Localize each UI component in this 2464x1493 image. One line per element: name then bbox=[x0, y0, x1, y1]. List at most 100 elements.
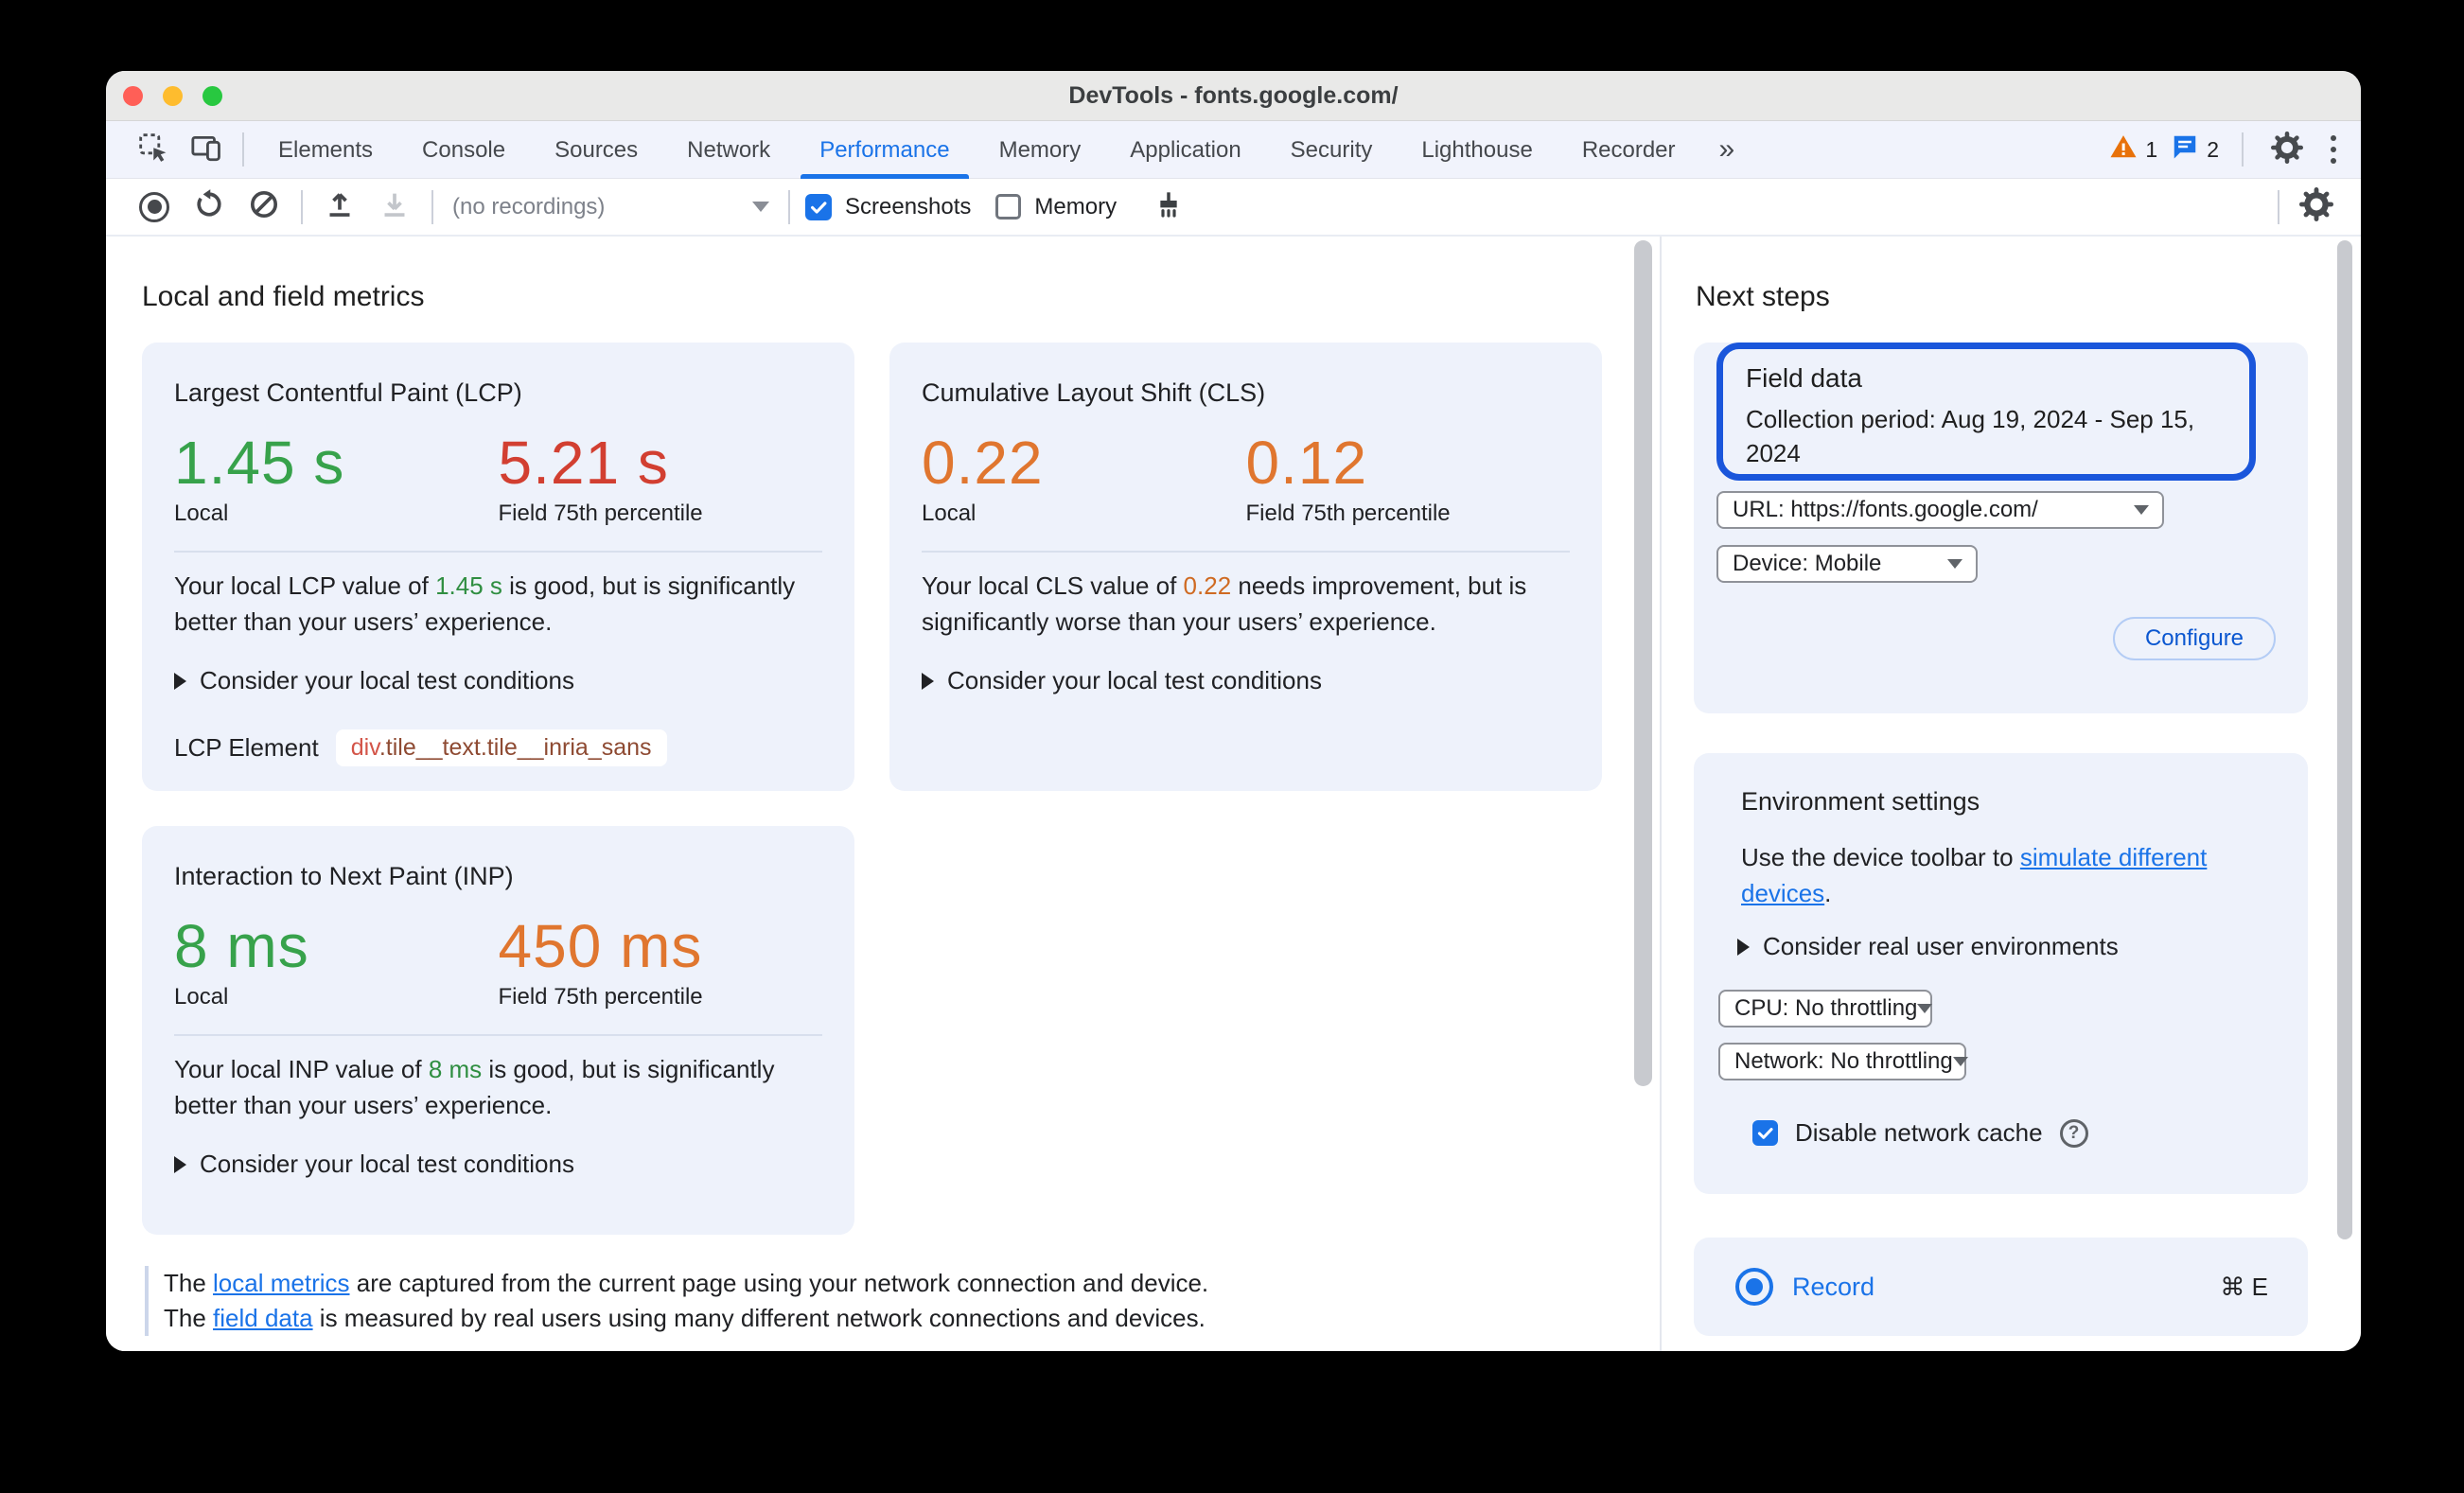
environment-settings-card: Environment settings Use the device tool… bbox=[1694, 753, 2308, 1194]
inp-field-label: Field 75th percentile bbox=[498, 984, 703, 1010]
minimize-window-button[interactable] bbox=[163, 86, 183, 106]
field-data-link[interactable]: field data bbox=[213, 1304, 313, 1332]
record-button[interactable] bbox=[127, 178, 182, 236]
inp-local-value: 8 ms bbox=[174, 912, 309, 980]
chevron-down-icon bbox=[1917, 1004, 1933, 1013]
screenshots-label: Screenshots bbox=[845, 193, 972, 220]
load-profile-button[interactable] bbox=[312, 178, 367, 236]
chevron-down-icon bbox=[2134, 505, 2149, 515]
lcp-element-link[interactable]: div.tile__text.tile__inria_sans bbox=[335, 729, 667, 766]
reload-and-record-button[interactable] bbox=[182, 178, 237, 236]
collect-garbage-button[interactable] bbox=[1141, 178, 1196, 236]
toolbar-divider bbox=[431, 189, 433, 224]
tab-performance[interactable]: Performance bbox=[795, 121, 974, 179]
cls-card-title: Cumulative Layout Shift (CLS) bbox=[922, 378, 1266, 407]
save-profile-button[interactable] bbox=[367, 178, 422, 236]
window-title: DevTools - fonts.google.com/ bbox=[1068, 81, 1399, 109]
field-data-focused-section[interactable]: Field data Collection period: Aug 19, 20… bbox=[1716, 343, 2256, 481]
main-scrollbar[interactable] bbox=[1634, 240, 1652, 1086]
warning-triangle-icon bbox=[2109, 132, 2138, 167]
help-icon[interactable]: ? bbox=[2059, 1118, 2088, 1148]
screenshots-checkbox[interactable] bbox=[805, 193, 832, 220]
tab-network[interactable]: Network bbox=[662, 121, 795, 179]
real-user-environments-disclosure[interactable]: Consider real user environments bbox=[1737, 932, 2308, 961]
garbage-collect-brush-icon bbox=[1153, 189, 1184, 224]
tab-console[interactable]: Console bbox=[397, 121, 530, 179]
inp-description: Your local INP value of 8 ms is good, bu… bbox=[174, 1055, 775, 1119]
device-dropdown[interactable]: Device: Mobile bbox=[1716, 545, 1978, 583]
lcp-field-label: Field 75th percentile bbox=[498, 501, 703, 526]
lcp-description: Your local LCP value of 1.45 s is good, … bbox=[174, 571, 796, 636]
recordings-dropdown-value: (no recordings) bbox=[452, 193, 606, 220]
upload-icon bbox=[324, 188, 356, 225]
tab-elements[interactable]: Elements bbox=[254, 121, 397, 179]
cls-field-value: 0.12 bbox=[1245, 429, 1368, 497]
chevron-down-icon bbox=[1952, 1057, 1968, 1066]
capture-settings-button[interactable] bbox=[2289, 178, 2344, 236]
issues-warning-badge[interactable]: 1 bbox=[2109, 132, 2157, 167]
lcp-field-value: 5.21 s bbox=[498, 429, 669, 497]
recordings-dropdown[interactable]: (no recordings) bbox=[452, 194, 769, 220]
tab-lighthouse[interactable]: Lighthouse bbox=[1397, 121, 1557, 179]
footnote-line-1: The local metrics are captured from the … bbox=[164, 1269, 1209, 1297]
tab-application[interactable]: Application bbox=[1105, 121, 1265, 179]
settings-button[interactable] bbox=[2266, 121, 2308, 179]
inspect-element-button[interactable] bbox=[127, 121, 180, 179]
cls-metric-card: Cumulative Layout Shift (CLS) 0.22 Local… bbox=[889, 343, 1602, 791]
network-throttling-dropdown[interactable]: Network: No throttling bbox=[1718, 1043, 1968, 1080]
inp-local-conditions-disclosure[interactable]: Consider your local test conditions bbox=[174, 1150, 822, 1179]
triangle-right-icon bbox=[1737, 938, 1750, 956]
chevron-down-icon bbox=[1947, 559, 1962, 569]
record-card: Record ⌘ E bbox=[1694, 1238, 2308, 1336]
sidebar-scrollbar[interactable] bbox=[2337, 240, 2352, 1239]
card-divider bbox=[922, 551, 1570, 553]
url-dropdown[interactable]: URL: https://fonts.google.com/ bbox=[1716, 491, 2164, 529]
card-divider bbox=[174, 551, 822, 553]
chevron-down-icon bbox=[752, 202, 769, 212]
devtools-tabbar: Elements Console Sources Network Perform… bbox=[106, 121, 2361, 179]
tabbar-divider bbox=[242, 132, 244, 167]
environment-description: Use the device toolbar to simulate diffe… bbox=[1741, 843, 2208, 907]
device-dropdown-value: Device: Mobile bbox=[1733, 551, 1882, 576]
message-bubble-icon bbox=[2171, 132, 2199, 167]
tab-security[interactable]: Security bbox=[1266, 121, 1398, 179]
tabbar-right-divider bbox=[2242, 132, 2244, 167]
field-data-title: Field data bbox=[1746, 363, 1862, 393]
metrics-footnote: The local metrics are captured from the … bbox=[145, 1266, 1660, 1336]
lcp-local-label: Local bbox=[174, 501, 229, 526]
gear-icon bbox=[2299, 187, 2333, 226]
main-heading: Local and field metrics bbox=[142, 281, 425, 312]
cls-local-value: 0.22 bbox=[922, 429, 1044, 497]
message-count: 2 bbox=[2207, 136, 2219, 162]
more-tabs-chevron[interactable]: » bbox=[1700, 133, 1754, 166]
cpu-throttling-dropdown[interactable]: CPU: No throttling bbox=[1718, 990, 1933, 1028]
toggle-device-toolbar-button[interactable] bbox=[180, 121, 233, 179]
record-icon[interactable] bbox=[1735, 1268, 1773, 1306]
triangle-right-icon bbox=[174, 672, 186, 690]
local-metrics-link[interactable]: local metrics bbox=[213, 1269, 349, 1297]
zoom-window-button[interactable] bbox=[202, 86, 222, 106]
cls-local-conditions-disclosure[interactable]: Consider your local test conditions bbox=[922, 666, 1570, 695]
issues-message-badge[interactable]: 2 bbox=[2171, 132, 2219, 167]
lcp-local-conditions-disclosure[interactable]: Consider your local test conditions bbox=[174, 666, 822, 695]
tab-recorder[interactable]: Recorder bbox=[1558, 121, 1700, 179]
disable-network-cache-checkbox[interactable] bbox=[1752, 1120, 1778, 1146]
memory-checkbox[interactable] bbox=[995, 194, 1022, 220]
traffic-lights bbox=[123, 86, 222, 106]
memory-label: Memory bbox=[1034, 193, 1118, 220]
devtools-window: DevTools - fonts.google.com/ Elements Co… bbox=[106, 71, 2361, 1351]
lcp-card-title: Largest Contentful Paint (LCP) bbox=[174, 378, 522, 407]
toolbar-divider bbox=[301, 189, 303, 224]
tab-sources[interactable]: Sources bbox=[530, 121, 662, 179]
tab-memory[interactable]: Memory bbox=[975, 121, 1106, 179]
local-and-field-metrics-panel: Local and field metrics Largest Contentf… bbox=[106, 237, 1660, 1351]
close-window-button[interactable] bbox=[123, 86, 143, 106]
clear-recordings-button[interactable] bbox=[237, 178, 291, 236]
configure-button[interactable]: Configure bbox=[2113, 617, 2276, 660]
download-icon bbox=[378, 188, 411, 225]
record-action-label[interactable]: Record bbox=[1792, 1273, 1874, 1302]
record-icon bbox=[139, 191, 169, 222]
cls-field-label: Field 75th percentile bbox=[1245, 501, 1451, 526]
network-dropdown-value: Network: No throttling bbox=[1734, 1048, 1953, 1074]
more-options-kebab-icon[interactable] bbox=[2321, 135, 2346, 164]
